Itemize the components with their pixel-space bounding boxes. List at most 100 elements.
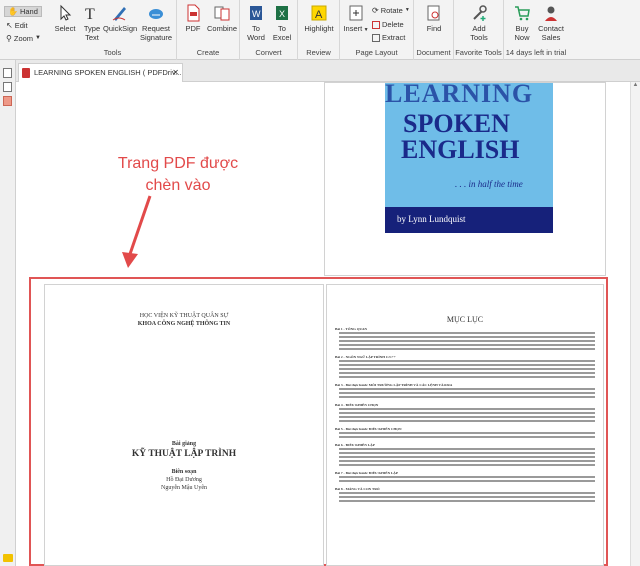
- delete-button[interactable]: Delete: [372, 19, 404, 30]
- toc-heading: Bài 5 - Bài thực hành: ĐIỀU KHIỂN CHỌN: [335, 427, 402, 431]
- find-button[interactable]: Find: [420, 4, 448, 33]
- request-signature-button[interactable]: Request Signature: [137, 4, 175, 42]
- toc-subentry-line: [339, 476, 595, 478]
- toc-subentry-line: [339, 496, 595, 498]
- add-tools-button[interactable]: Add Tools: [464, 4, 494, 42]
- toc-heading: Bài 4 - ĐIỀU KHIỂN CHỌN: [335, 403, 379, 407]
- rotate-icon: ⟳: [372, 6, 379, 15]
- page-inserted-left: HỌC VIỆN KỸ THUẬT QUÂN SỰ KHOA CÔNG NGHỆ…: [44, 284, 324, 566]
- toc-subentry-line: [339, 396, 595, 398]
- toc-heading: Bài 1 - TỔNG QUAN: [335, 327, 368, 331]
- pdf-button[interactable]: PDF: [181, 4, 205, 33]
- toc-subentry-line: [339, 412, 595, 414]
- author-1: Hồ Đại Dương: [166, 477, 202, 483]
- svg-text:A: A: [315, 9, 323, 21]
- toc-subentry-line: [339, 388, 595, 390]
- zoom-tool-button[interactable]: ⚲ Zoom ▼: [6, 33, 41, 44]
- highlight-icon: A: [311, 5, 327, 21]
- convert-group: W To Word X To Excel Convert: [240, 0, 298, 60]
- comment-icon[interactable]: [3, 554, 13, 562]
- toc-subentry-line: [339, 408, 595, 410]
- svg-text:T: T: [85, 6, 95, 22]
- scroll-up-icon[interactable]: ▲: [631, 82, 640, 88]
- toc-heading: Bài 3 - Bài thực hành: MÔI TRƯỜNG LẬP TR…: [335, 383, 453, 387]
- excel-icon: X: [276, 6, 288, 20]
- compiled-by-label: Biên soạn: [171, 469, 197, 475]
- insert-button[interactable]: Insert ▼: [342, 4, 370, 35]
- highlight-button[interactable]: A Highlight: [301, 4, 337, 33]
- chevron-down-icon: ▼: [404, 7, 410, 13]
- ribbon-toolbar: ✋ Hand ↖ Edit ⚲ Zoom ▼ Select T Type Text Qu…: [0, 0, 640, 60]
- pages-icon[interactable]: [3, 68, 12, 78]
- page-layout-group: Insert ▼ ⟳ Rotate ▼ Delete Extract Page La…: [340, 0, 414, 60]
- toc-subentry-line: [339, 376, 595, 378]
- edit-tool-button[interactable]: ↖ Edit: [6, 20, 28, 31]
- to-excel-button[interactable]: X To Excel: [270, 4, 294, 42]
- toc-subentry-line: [339, 340, 595, 342]
- select-button[interactable]: Select: [51, 4, 79, 33]
- toc-subentry-line: [339, 500, 595, 502]
- word-icon: W: [250, 6, 262, 20]
- toc-subentry-line: [339, 480, 595, 482]
- vertical-scrollbar[interactable]: ▲: [630, 82, 640, 566]
- delete-page-icon: [372, 20, 380, 29]
- rotate-button[interactable]: ⟳ Rotate ▼: [372, 5, 410, 16]
- toc-subentry-line: [339, 448, 595, 450]
- document-group: Find Document: [414, 0, 454, 60]
- person-icon: [545, 6, 557, 21]
- extract-button[interactable]: Extract: [372, 32, 405, 43]
- toc-heading: Bài 6 - ĐIỀU KHIỂN LẶP: [335, 443, 375, 447]
- toc-subentry-line: [339, 420, 595, 422]
- toc-subentry-line: [339, 492, 595, 494]
- toc-subentry-line: [339, 360, 595, 362]
- toc-subentry-line: [339, 432, 595, 434]
- toc-subentry-line: [339, 460, 595, 462]
- toc-subentry-line: [339, 392, 595, 394]
- hand-tool-button[interactable]: ✋ Hand: [4, 6, 42, 17]
- pdf-file-icon: [187, 4, 200, 22]
- hand-icon: ✋: [8, 7, 18, 16]
- close-icon[interactable]: ✕: [172, 64, 179, 82]
- toc-subentry-line: [339, 452, 595, 454]
- zoom-icon: ⚲: [6, 34, 12, 43]
- create-group: PDF Combine Create: [177, 0, 240, 60]
- toc-subentry-line: [339, 332, 595, 334]
- cursor-icon: [60, 4, 72, 21]
- insert-page-icon: [349, 5, 363, 21]
- svg-text:W: W: [252, 9, 261, 19]
- document-title: KỸ THUẬT LẬP TRÌNH: [131, 449, 237, 459]
- lecture-label: Bài giảng: [171, 441, 197, 447]
- cover-title-line1: LEARNING: [385, 83, 534, 108]
- toc-subentry-line: [339, 368, 595, 370]
- pen-icon: [112, 7, 126, 21]
- toc-subentry-line: [339, 456, 595, 458]
- school-name: HỌC VIỆN KỸ THUẬT QUÂN SỰ: [139, 313, 229, 319]
- toc-subentry-line: [339, 336, 595, 338]
- pdf-file-icon: [22, 68, 30, 78]
- quicksign-button[interactable]: QuickSign: [103, 4, 137, 33]
- chevron-down-icon: ▼: [362, 27, 369, 33]
- buy-now-button[interactable]: Buy Now: [508, 4, 536, 42]
- document-tab[interactable]: LEARNING SPOKEN ENGLISH ( PDFDriv... ✕: [18, 63, 183, 82]
- cursor-icon: ↖: [6, 21, 13, 30]
- type-text-button[interactable]: T Type Text: [79, 4, 105, 42]
- annotation-arrow: [122, 195, 152, 268]
- to-word-button[interactable]: W To Word: [244, 4, 268, 42]
- page-inserted-right: MỤC LỤC Bài 1 - TỔNG QUAN Bài 2 - NGÔN NG…: [326, 284, 604, 566]
- left-panel: [0, 60, 16, 566]
- tools-group: Select T Type Text QuickSign Request Sig…: [49, 0, 177, 60]
- contact-sales-button[interactable]: Contact Sales: [536, 4, 566, 42]
- document-tab-bar: LEARNING SPOKEN ENGLISH ( PDFDriv... ✕: [16, 60, 640, 82]
- bookmark-icon[interactable]: [3, 96, 12, 106]
- toc-heading: Bài 8 - MẢNG VÀ CON TRỎ: [335, 487, 380, 491]
- trial-group: Buy Now Contact Sales 14 days left in tr…: [504, 0, 568, 60]
- combine-button[interactable]: Combine: [205, 4, 239, 33]
- cloud-signature-icon: [149, 9, 163, 19]
- toc-title: MỤC LỤC: [446, 315, 484, 324]
- cover-author: by Lynn Lundquist: [397, 214, 466, 224]
- combine-files-icon: [214, 6, 230, 21]
- page-top-right: LEARNING SPOKEN ENGLISH . . . in half th…: [324, 82, 606, 276]
- cart-icon: [515, 6, 530, 21]
- toc-subentry-line: [339, 372, 595, 374]
- attachments-icon[interactable]: [3, 82, 12, 92]
